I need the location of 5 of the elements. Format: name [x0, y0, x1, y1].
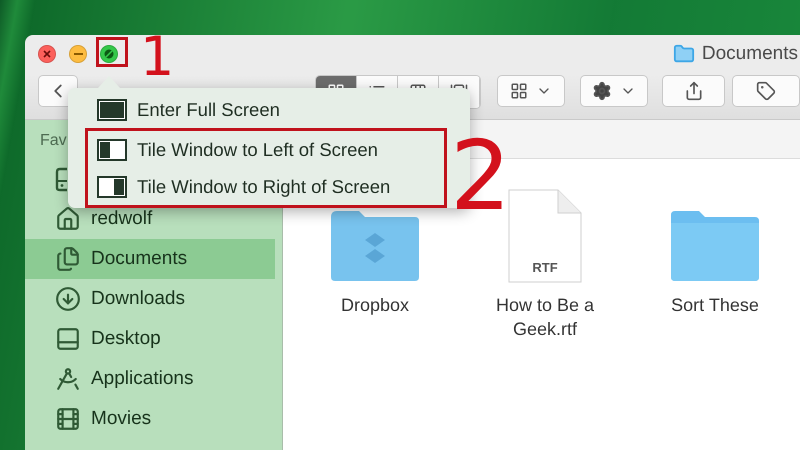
- step-number: 1: [140, 30, 174, 84]
- window-title: Documents: [702, 43, 798, 65]
- file-type-label: RTF: [531, 260, 559, 275]
- sidebar-section-title: Fav: [40, 132, 67, 151]
- step-number: 2: [450, 128, 512, 224]
